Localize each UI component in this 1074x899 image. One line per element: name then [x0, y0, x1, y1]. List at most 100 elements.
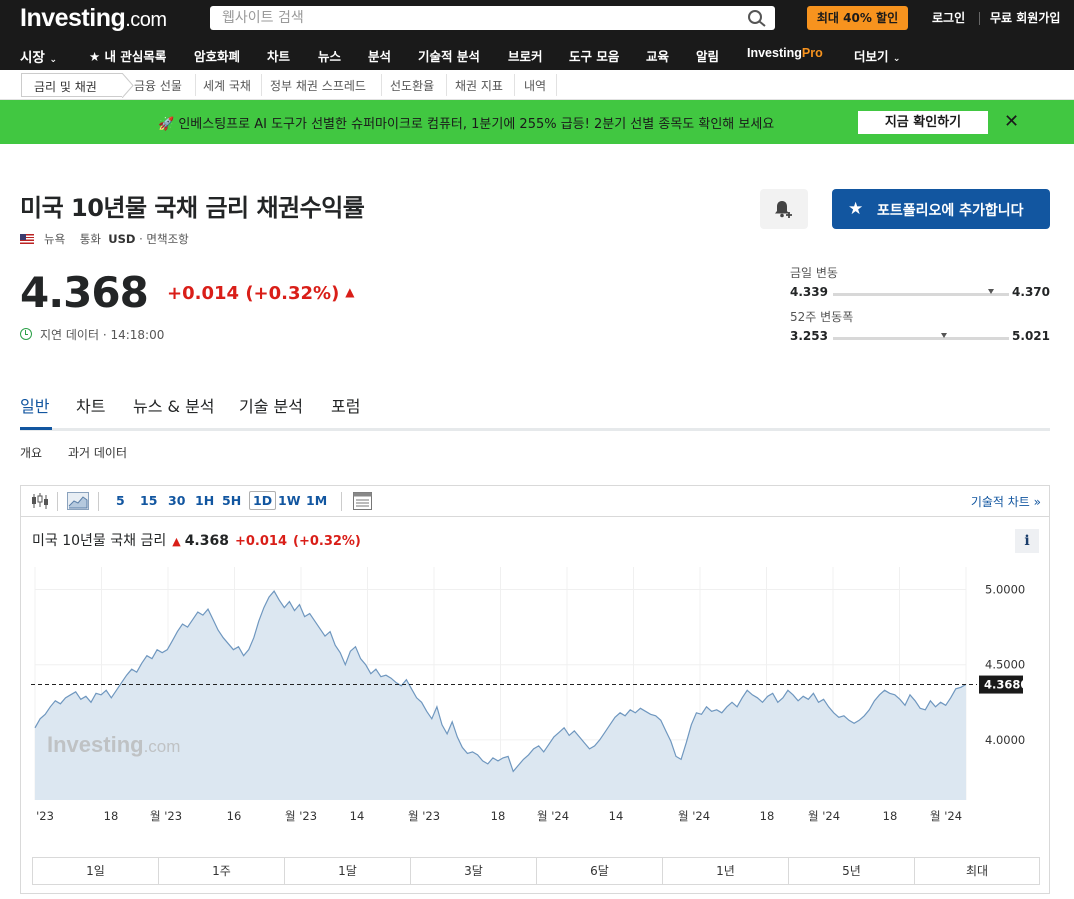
interval-15m[interactable]: 15 — [140, 493, 157, 508]
period-1y[interactable]: 1년 — [663, 858, 789, 884]
x-tick-label: 월 '24 — [930, 809, 962, 822]
y-tick-label: 5.0000 — [985, 583, 1025, 597]
x-tick-label: 월 '24 — [537, 809, 569, 822]
interval-5m[interactable]: 5 — [116, 493, 125, 508]
subnav-bond-indices[interactable]: 채권 지표 — [455, 77, 503, 94]
nav-education[interactable]: 교육 — [646, 46, 669, 65]
y-tick-label: 4.0000 — [985, 733, 1025, 747]
technical-chart-link[interactable]: 기술적 차트 » — [971, 493, 1041, 510]
chart-widget: 5 15 30 1H 5H 1D 1W 1M 기술적 차트 » 미국 10년물 … — [20, 485, 1050, 894]
tab-forum[interactable]: 포럼 — [331, 393, 360, 417]
nav-investingpro[interactable]: InvestingPro — [747, 46, 823, 60]
nav-brokers[interactable]: 브로커 — [508, 46, 543, 65]
period-selector: 1일 1주 1달 3달 6달 1년 5년 최대 — [32, 857, 1040, 885]
sub-nav: 금리 및 채권 금융 선물 세계 국채 정부 채권 스프레드 선도환율 채권 지… — [0, 70, 1074, 100]
nav-crypto[interactable]: 암호화폐 — [194, 46, 240, 65]
nav-tools[interactable]: 도구 모음 — [569, 46, 619, 65]
search-box[interactable] — [210, 6, 775, 30]
subtab-historical-data[interactable]: 과거 데이터 — [68, 444, 127, 461]
nav-watchlist[interactable]: ★ 내 관심목록 — [89, 46, 166, 65]
range-marker — [940, 333, 947, 338]
nav-technical[interactable]: 기술적 분석 — [418, 46, 480, 65]
nav-news[interactable]: 뉴스 — [318, 46, 341, 65]
subnav-bond-spreads[interactable]: 정부 채권 스프레드 — [270, 77, 366, 94]
period-3m[interactable]: 3달 — [411, 858, 537, 884]
interval-1w[interactable]: 1W — [278, 493, 301, 508]
investing-logo[interactable]: Investing.com — [20, 4, 167, 33]
interval-1d[interactable]: 1D — [249, 491, 277, 510]
period-1w[interactable]: 1주 — [159, 858, 285, 884]
x-tick-label: 월 '24 — [678, 809, 710, 822]
bell-plus-icon — [775, 201, 792, 218]
up-arrow-icon: ▲ — [345, 285, 355, 299]
close-icon[interactable]: ✕ — [1004, 111, 1019, 132]
price-chart[interactable]: 5.0000 4.5000 4.0000 Investing.com 4.3680 '23… — [21, 562, 1049, 822]
promo-discount-button[interactable]: 최대 40% 할인 — [807, 6, 908, 30]
candlestick-icon[interactable] — [30, 492, 50, 510]
top-bar: Investing.com 최대 40% 할인 로그인 무료 회원가입 — [0, 0, 1074, 40]
main-tabs: 일반 차트 뉴스 & 분석 기술 분석 포럼 — [20, 390, 1050, 431]
table-view-icon[interactable] — [353, 492, 372, 510]
period-1d[interactable]: 1일 — [33, 858, 159, 884]
search-icon[interactable] — [747, 9, 767, 31]
tab-news-analysis[interactable]: 뉴스 & 분석 — [133, 393, 215, 417]
tab-technical[interactable]: 기술 분석 — [239, 393, 303, 417]
divider — [514, 74, 515, 96]
interval-1h[interactable]: 1H — [195, 493, 214, 508]
divider — [341, 492, 342, 511]
up-arrow-icon: ▲ — [172, 535, 181, 548]
nav-more[interactable]: 더보기 ⌄ — [854, 46, 900, 65]
subnav-financial-futures[interactable]: 금융 선물 — [134, 77, 182, 94]
interval-5h[interactable]: 5H — [222, 493, 241, 508]
divider — [98, 492, 99, 511]
interval-1mo[interactable]: 1M — [306, 493, 327, 508]
disclaimer-link[interactable]: · 면책조항 — [139, 232, 189, 246]
x-tick-label: 18 — [883, 809, 898, 822]
divider — [446, 74, 447, 96]
divider — [195, 74, 196, 96]
subnav-world-govt-bonds[interactable]: 세계 국채 — [203, 77, 251, 94]
promo-banner: 🚀 인베스팅프로 AI 도구가 선별한 슈퍼마이크로 컴퓨터, 1분기에 255… — [0, 100, 1074, 144]
nav-alerts[interactable]: 알림 — [696, 46, 719, 65]
rocket-icon: 🚀 — [158, 117, 175, 132]
tab-general[interactable]: 일반 — [20, 393, 49, 417]
52week-range: 52주 변동폭 3.253 5.021 — [790, 310, 1050, 343]
period-1m[interactable]: 1달 — [285, 858, 411, 884]
nav-analysis[interactable]: 분석 — [368, 46, 391, 65]
range-marker — [988, 289, 995, 294]
subnav-rates-bonds[interactable]: 금리 및 채권 — [21, 73, 123, 97]
52week-range-bar — [833, 333, 1009, 340]
last-price-label: 4.3680 — [984, 678, 1028, 692]
nav-charts[interactable]: 차트 — [267, 46, 290, 65]
last-price: 4.368 — [20, 268, 149, 317]
subnav-history[interactable]: 내역 — [524, 77, 546, 94]
watermark-suffix: .com — [144, 737, 181, 756]
day-range: 금일 변동 4.339 4.370 — [790, 266, 1050, 299]
tab-chart[interactable]: 차트 — [76, 393, 105, 417]
divider — [261, 74, 262, 96]
alert-bell-button[interactable] — [760, 189, 808, 229]
page-title: 미국 10년물 국채 금리 채권수익률 — [20, 194, 365, 222]
x-tick-label: 월 '24 — [808, 809, 840, 822]
x-tick-label: 14 — [350, 809, 365, 822]
login-link[interactable]: 로그인 — [932, 9, 965, 26]
period-max[interactable]: 최대 — [915, 858, 1039, 884]
add-to-portfolio-button[interactable]: ★ 포트폴리오에 추가합니다 — [832, 189, 1050, 229]
x-tick-label: 월 '23 — [150, 809, 182, 822]
banner-cta-button[interactable]: 지금 확인하기 — [858, 111, 988, 134]
period-6m[interactable]: 6달 — [537, 858, 663, 884]
area-chart-icon[interactable] — [67, 492, 89, 510]
x-tick-label: 18 — [760, 809, 775, 822]
x-tick-label: '23 — [36, 809, 54, 822]
period-5y[interactable]: 5년 — [789, 858, 915, 884]
subtab-overview[interactable]: 개요 — [20, 444, 42, 461]
breadcrumb-arrow-icon — [122, 73, 134, 98]
subnav-forward-rates[interactable]: 선도환율 — [390, 77, 434, 94]
info-icon[interactable]: i — [1015, 529, 1039, 553]
divider — [57, 492, 58, 511]
search-input[interactable] — [210, 6, 730, 30]
nav-markets[interactable]: 시장 ⌄ — [20, 46, 57, 66]
interval-30m[interactable]: 30 — [168, 493, 185, 508]
signup-link[interactable]: 무료 회원가입 — [990, 9, 1060, 26]
banner-text[interactable]: 🚀 인베스팅프로 AI 도구가 선별한 슈퍼마이크로 컴퓨터, 1분기에 255… — [158, 113, 774, 132]
